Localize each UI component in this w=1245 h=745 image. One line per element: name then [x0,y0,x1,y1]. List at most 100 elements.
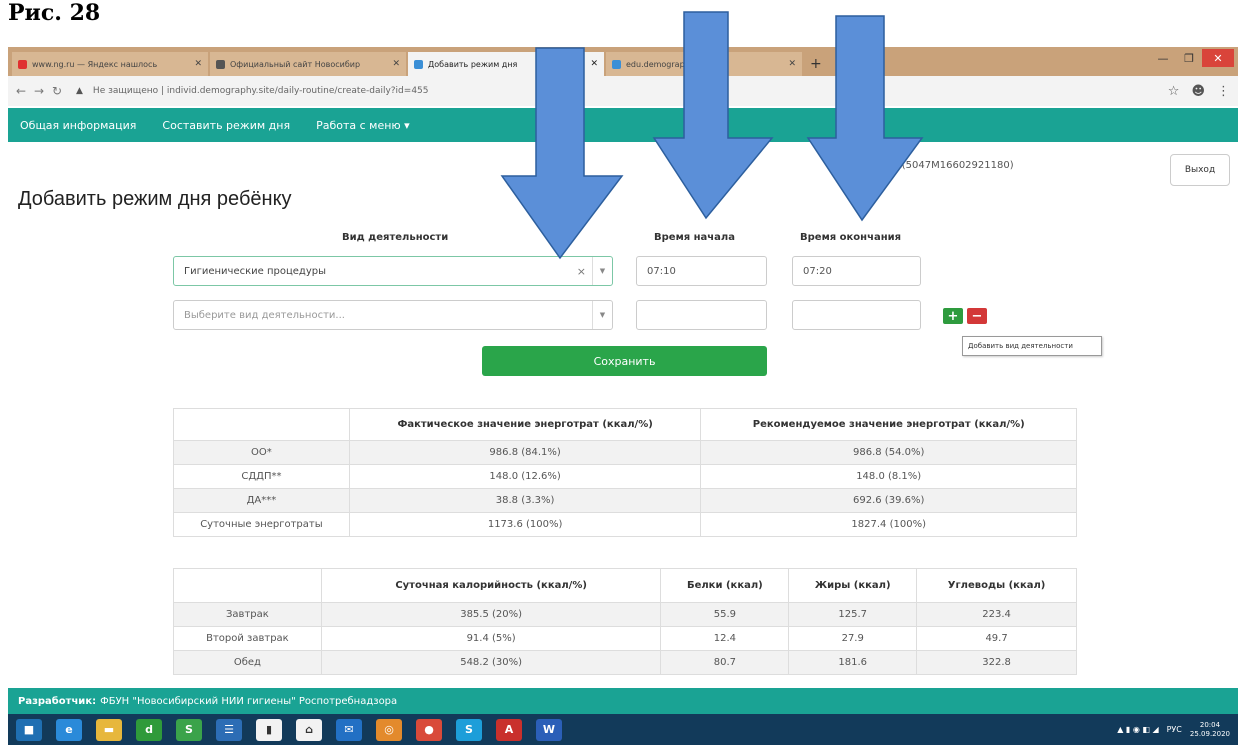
table-cell: СДДП** [173,464,350,489]
annotation-arrow-activity [500,47,624,260]
acrobat-icon[interactable]: A [496,718,522,741]
start-time-input-2[interactable] [636,300,767,330]
nav-item-menu-work[interactable]: Работа с меню ▾ [316,119,410,132]
add-row-button[interactable]: + [943,308,963,324]
clock[interactable]: 20:04 25.09.2020 [1190,721,1230,739]
add-activity-tooltip: Добавить вид деятельности [962,336,1102,356]
table-cell: Суточные энерготраты [173,512,350,537]
folder-icon[interactable]: ▬ [96,718,122,741]
table-row: Обед 548.2 (30%) 80.7 181.6 322.8 [173,650,1077,675]
table-cell: 80.7 [660,650,790,675]
meal-header-calories: Суточная калорийность (ккал/%) [320,568,662,603]
page-title: Добавить режим дня ребёнку [18,188,292,210]
meal-header-carbs: Углеводы (ккал) [916,568,1077,603]
home-icon[interactable]: ⌂ [296,718,322,741]
clock-time: 20:04 [1199,720,1221,729]
table-cell: 181.6 [788,650,918,675]
tab-close-icon[interactable]: ✕ [194,59,202,69]
meal-header-empty [173,568,322,603]
taskbar: ■ e ▬ d S ☰ ▮ ⌂ ✉ ◎ ● S A W ▲ ▮ ◉ ◧ ◢ РУС 20:04 25.09… [8,714,1238,745]
chevron-down-icon[interactable]: ▼ [592,301,612,329]
tab-close-icon[interactable]: ✕ [788,59,796,69]
meal-table: Суточная калорийность (ккал/%) Белки (кк… [173,568,1077,675]
favicon-icon [216,59,225,69]
close-icon[interactable]: ✕ [1202,49,1234,67]
clear-icon[interactable]: × [577,265,586,278]
bookmark-star-icon[interactable]: ☆ [1168,84,1180,99]
table-cell: 12.4 [660,626,790,651]
word-icon[interactable]: W [536,718,562,741]
energy-header-recommended: Рекомендуемое значение энерготрат (ккал/… [700,408,1077,441]
table-cell: 986.8 (84.1%) [348,440,702,465]
skype-icon[interactable]: S [176,718,202,741]
tab-title: www.ng.ru — Яндекс нашлось [32,59,158,69]
table-cell: 322.8 [916,650,1077,675]
arrow-shape [652,11,774,220]
favicon-icon [18,59,27,69]
table-cell: 1827.4 (100%) [700,512,1077,537]
activity-column-header: Вид деятельности [342,232,449,243]
reload-icon[interactable]: ↻ [52,84,70,98]
browser-tab[interactable]: Официальный сайт Новосибир ✕ [210,52,406,76]
nav-item-general-info[interactable]: Общая информация [20,119,136,132]
language-indicator[interactable]: РУС [1167,725,1182,734]
start-time-input-1[interactable]: 07:10 [636,256,767,286]
table-cell: 49.7 [916,626,1077,651]
taskbar-icons: ■ e ▬ d S ☰ ▮ ⌂ ✉ ◎ ● S A W [16,718,562,741]
ie-icon[interactable]: e [56,718,82,741]
minimize-icon[interactable]: — [1150,49,1176,67]
table-cell: 223.4 [916,602,1077,627]
logout-button[interactable]: Выход [1170,154,1230,186]
mail-icon[interactable]: ✉ [336,718,362,741]
arrow-shape [806,15,924,222]
table-cell: ДА*** [173,488,350,513]
end-time-column-header: Время окончания [800,232,902,243]
back-icon[interactable]: ← [16,84,34,98]
tab-close-icon[interactable]: ✕ [392,59,400,69]
skype2-icon[interactable]: S [456,718,482,741]
nav-item-compose-routine[interactable]: Составить режим дня [162,119,290,132]
footer-text: ФБУН "Новосибирский НИИ гигиены" Роспотр… [100,695,398,707]
meal-header-fats: Жиры (ккал) [788,568,918,603]
activity-select-placeholder: Выберите вид деятельности... [184,309,345,321]
store-icon[interactable]: d [136,718,162,741]
table-cell: 692.6 (39.6%) [700,488,1077,513]
menu-dots-icon[interactable]: ⋮ [1217,84,1230,99]
table-cell: 986.8 (54.0%) [700,440,1077,465]
table-cell: 38.8 (3.3%) [348,488,702,513]
forward-icon[interactable]: → [34,84,52,98]
annotation-arrow-end-time [806,15,924,222]
energy-header-actual: Фактическое значение энерготрат (ккал/%) [348,408,702,441]
url-field[interactable]: Не защищено | individ.demography.site/da… [93,86,1168,96]
chrome-icon[interactable]: ● [416,718,442,741]
end-time-input-2[interactable] [792,300,921,330]
end-time-input-1[interactable]: 07:20 [792,256,921,286]
activity-select-2[interactable]: Выберите вид деятельности... ▼ [173,300,613,330]
activity-select-1[interactable]: Гигиенические процедуры × ▼ [173,256,613,286]
footer: Разработчик: ФБУН "Новосибирский НИИ гиг… [8,688,1238,714]
table-cell: ОО* [173,440,350,465]
table-row: Суточные энерготраты 1173.6 (100%) 1827.… [173,512,1077,537]
meal-header-proteins: Белки (ккал) [660,568,790,603]
browser-tab[interactable]: www.ng.ru — Яндекс нашлось ✕ [12,52,208,76]
table-row: ДА*** 38.8 (3.3%) 692.6 (39.6%) [173,488,1077,513]
table-row: Завтрак 385.5 (20%) 55.9 125.7 223.4 [173,602,1077,627]
footer-label: Разработчик: [18,695,97,707]
table-cell: 91.4 (5%) [320,626,662,651]
table-cell: Завтрак [173,602,322,627]
maximize-icon[interactable]: ❐ [1176,49,1202,67]
remove-row-button[interactable]: − [967,308,987,324]
energy-header-empty [173,408,350,441]
save-button[interactable]: Сохранить [482,346,767,376]
start-icon[interactable]: ■ [16,718,42,741]
avast-icon[interactable]: ◎ [376,718,402,741]
table-cell: 548.2 (30%) [320,650,662,675]
energy-table: Фактическое значение энерготрат (ккал/%)… [173,408,1077,537]
profile-icon[interactable]: ☻ [1191,84,1205,99]
tray-icons: ▲ ▮ ◉ ◧ ◢ [1117,725,1159,734]
clock-date: 25.09.2020 [1189,729,1230,738]
monitor-icon[interactable]: ☰ [216,718,242,741]
chevron-down-icon[interactable]: ▼ [592,257,612,285]
table-cell: 1173.6 (100%) [348,512,702,537]
file-icon[interactable]: ▮ [256,718,282,741]
